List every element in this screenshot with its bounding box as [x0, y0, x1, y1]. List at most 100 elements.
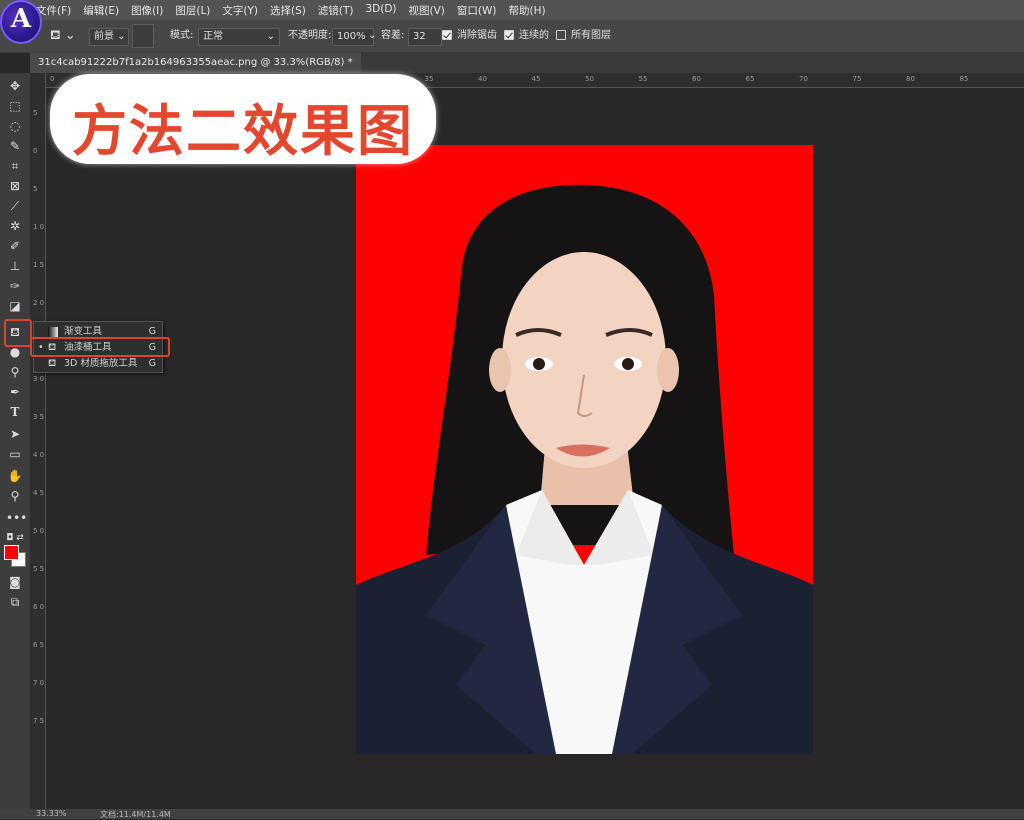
app-logo: A — [0, 0, 42, 44]
menu-type[interactable]: 文字(Y) — [222, 3, 258, 18]
contiguous-label: 连续的 — [519, 30, 549, 41]
options-bar: ⛾ ⌄ 前景 ⌄ 模式: 正常 ⌄ 不透明度: 100% ⌄ 容差: 32 消除锯… — [0, 20, 1024, 53]
ruler-v-tick: 1 0 — [33, 223, 45, 231]
ruler-v-tick: 5 5 — [33, 565, 45, 573]
menu-filter[interactable]: 滤镜(T) — [318, 3, 354, 18]
antialias-label: 消除锯齿 — [457, 30, 497, 41]
pattern-picker[interactable] — [132, 24, 154, 48]
menu-window[interactable]: 窗口(W) — [457, 3, 497, 18]
fill-source-value: 前景 — [94, 31, 114, 42]
brush-tool-icon[interactable]: ✐ — [6, 237, 24, 255]
ruler-v-tick: 6 0 — [33, 603, 45, 611]
menu-bar: 文件(F) 编辑(E) 图像(I) 图层(L) 文字(Y) 选择(S) 滤镜(T… — [0, 0, 1024, 20]
checkbox-icon — [556, 30, 566, 40]
stamp-tool-icon[interactable]: ⊥ — [6, 257, 24, 275]
ruler-h-tick: 65 — [745, 75, 755, 83]
foreground-color-swatch[interactable] — [4, 545, 19, 560]
paint-bucket-tool-highlight — [4, 319, 32, 347]
eyedropper-tool-icon[interactable]: ⟋ — [6, 197, 24, 215]
pen-tool-icon[interactable]: ✒ — [6, 383, 24, 401]
ruler-v-tick: 2 0 — [33, 299, 45, 307]
ruler-v-tick: 5 0 — [33, 527, 45, 535]
ruler-v-tick: 3 5 — [33, 413, 45, 421]
ruler-v-tick: 1 5 — [33, 261, 45, 269]
more-tools-icon[interactable]: ••• — [6, 509, 27, 527]
quick-mask-icon[interactable]: ◙ — [6, 573, 24, 591]
ruler-v-tick: 4 5 — [33, 489, 45, 497]
mode-value: 正常 — [203, 31, 223, 42]
ruler-h-tick: 50 — [585, 75, 594, 83]
ruler-h-tick: 0 — [50, 75, 55, 83]
mode-dropdown[interactable]: 正常 ⌄ — [198, 28, 280, 46]
gradient-icon — [48, 327, 58, 337]
menu-help[interactable]: 帮助(H) — [509, 3, 546, 18]
document-photo[interactable] — [356, 145, 813, 754]
zoom-level[interactable]: 33.33% — [36, 809, 67, 818]
paint-bucket-preset-icon[interactable]: ⛾ ⌄ — [50, 28, 76, 44]
ruler-h-tick: 40 — [478, 75, 487, 83]
ruler-h-tick: 35 — [424, 75, 434, 83]
ruler-v-tick: 0 — [33, 147, 38, 155]
ruler-v-tick: 6 5 — [33, 641, 45, 649]
ruler-h-tick: 55 — [638, 75, 648, 83]
vertical-ruler: 5051 01 52 02 53 03 54 04 55 05 56 06 57… — [30, 73, 46, 809]
healing-tool-icon[interactable]: ✲ — [6, 217, 24, 235]
ruler-v-tick: 5 — [33, 185, 38, 193]
quick-select-tool-icon[interactable]: ✎ — [6, 137, 24, 155]
history-brush-tool-icon[interactable]: ✑ — [6, 277, 24, 295]
portrait-illustration — [356, 184, 813, 754]
menu-3d[interactable]: 3D(D) — [365, 3, 396, 18]
rectangle-tool-icon[interactable]: ▭ — [6, 445, 24, 463]
fill-source-dropdown[interactable]: 前景 ⌄ — [89, 28, 129, 46]
overlay-title: 方法二效果图 — [71, 99, 414, 163]
status-bar: 33.33% 文档:11.4M/11.4M — [0, 809, 1024, 819]
menu-select[interactable]: 选择(S) — [270, 3, 306, 18]
lasso-tool-icon[interactable]: ◌ — [6, 117, 24, 135]
screen-mode-icon[interactable]: ⧉ — [6, 593, 24, 611]
zoom-tool-icon[interactable]: ⚲ — [6, 487, 24, 505]
marquee-tool-icon[interactable]: ⬚ — [6, 97, 24, 115]
frame-tool-icon[interactable]: ⊠ — [6, 177, 24, 195]
antialias-checkbox[interactable]: 消除锯齿 — [442, 28, 497, 44]
hand-tool-icon[interactable]: ✋ — [6, 467, 24, 485]
checkbox-icon — [504, 30, 514, 40]
ruler-h-tick: 85 — [959, 75, 969, 83]
tolerance-value: 32 — [413, 31, 426, 42]
menu-view[interactable]: 视图(V) — [409, 3, 445, 18]
all-layers-label: 所有图层 — [571, 30, 611, 41]
flyout-item-label: 3D 材质拖放工具 — [64, 358, 138, 369]
contiguous-checkbox[interactable]: 连续的 — [504, 28, 549, 44]
logo-letter: A — [10, 4, 32, 34]
opacity-chevron-icon[interactable]: ⌄ — [368, 28, 376, 44]
document-tab-bar: 31c4cab91222b7f1a2b164963355aeac.png @ 3… — [30, 53, 1024, 73]
menu-edit[interactable]: 编辑(E) — [83, 3, 119, 18]
ruler-h-tick: 60 — [692, 75, 701, 83]
ruler-h-tick: 75 — [852, 75, 862, 83]
dodge-tool-icon[interactable]: ⚲ — [6, 363, 24, 381]
move-tool-icon[interactable]: ✥ — [6, 77, 24, 95]
mode-label: 模式: — [170, 30, 194, 41]
tools-panel: ✥ ⬚ ◌ ✎ ⌗ ⊠ ⟋ ✲ ✐ ⊥ ✑ ◪ ⛾ ● ⚲ ✒ T ➤ ▭ ✋ … — [0, 73, 30, 813]
ruler-v-tick: 7 5 — [33, 717, 45, 725]
checkbox-icon — [442, 30, 452, 40]
document-tab[interactable]: 31c4cab91222b7f1a2b164963355aeac.png @ 3… — [30, 53, 361, 73]
opacity-value: 100% — [337, 31, 366, 42]
path-select-tool-icon[interactable]: ➤ — [6, 425, 24, 443]
menu-image[interactable]: 图像(I) — [131, 3, 163, 18]
eraser-tool-icon[interactable]: ◪ — [6, 297, 24, 315]
title-overlay: 方法二效果图 — [50, 74, 436, 164]
type-tool-icon[interactable]: T — [6, 403, 24, 421]
flyout-item-3d-material-drop[interactable]: ⛾ 3D 材质拖放工具 G — [34, 356, 162, 372]
ruler-h-tick: 70 — [799, 75, 808, 83]
menu-items: 文件(F) 编辑(E) 图像(I) 图层(L) 文字(Y) 选择(S) 滤镜(T… — [36, 3, 546, 18]
tolerance-input[interactable]: 32 — [408, 28, 442, 46]
opacity-label: 不透明度: — [288, 30, 332, 41]
ruler-v-tick: 4 0 — [33, 451, 45, 459]
chevron-down-icon: ⌄ — [266, 31, 275, 42]
document-size: 文档:11.4M/11.4M — [100, 810, 171, 819]
crop-tool-icon[interactable]: ⌗ — [6, 157, 24, 175]
menu-layer[interactable]: 图层(L) — [175, 3, 210, 18]
all-layers-checkbox[interactable]: 所有图层 — [556, 28, 611, 44]
ruler-h-tick: 45 — [531, 75, 541, 83]
ruler-v-tick: 3 0 — [33, 375, 45, 383]
